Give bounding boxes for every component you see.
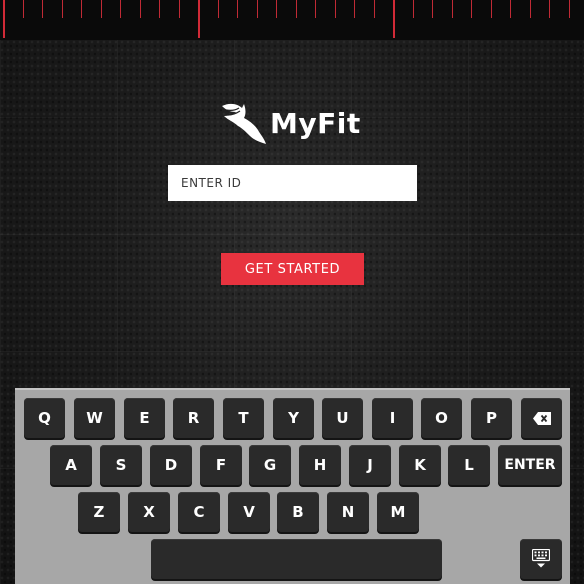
key-g[interactable]: G bbox=[249, 445, 291, 485]
ruler-tick bbox=[471, 0, 472, 18]
key-y[interactable]: Y bbox=[273, 398, 314, 438]
key-v[interactable]: V bbox=[228, 492, 270, 532]
key-u[interactable]: U bbox=[322, 398, 363, 438]
ruler-tick bbox=[42, 0, 43, 18]
key-n[interactable]: N bbox=[327, 492, 369, 532]
hide-keyboard-key[interactable] bbox=[520, 539, 562, 579]
ruler-tick bbox=[120, 0, 121, 18]
ruler-tick bbox=[159, 0, 160, 18]
key-t[interactable]: T bbox=[223, 398, 264, 438]
ruler-tick bbox=[569, 0, 570, 18]
top-ruler bbox=[0, 0, 584, 40]
key-k[interactable]: K bbox=[399, 445, 441, 485]
ruler-tick bbox=[140, 0, 141, 18]
ruler-tick bbox=[432, 0, 433, 18]
key-w[interactable]: W bbox=[74, 398, 115, 438]
key-l[interactable]: L bbox=[448, 445, 490, 485]
enter-key[interactable]: ENTER bbox=[498, 445, 562, 485]
key-s[interactable]: S bbox=[100, 445, 142, 485]
backspace-key[interactable] bbox=[521, 398, 562, 438]
ruler-tick bbox=[354, 0, 355, 18]
ruler-tick bbox=[510, 0, 511, 18]
ruler-tick bbox=[413, 0, 414, 18]
keyboard-hide-icon bbox=[532, 549, 550, 568]
ruler-tick bbox=[374, 0, 375, 18]
ruler-tick bbox=[530, 0, 531, 18]
key-x[interactable]: X bbox=[128, 492, 170, 532]
ruler-tick bbox=[3, 0, 5, 38]
key-f[interactable]: F bbox=[200, 445, 242, 485]
ruler-tick bbox=[101, 0, 102, 18]
ruler-tick bbox=[237, 0, 238, 18]
key-i[interactable]: I bbox=[372, 398, 413, 438]
key-d[interactable]: D bbox=[150, 445, 192, 485]
ruler-tick bbox=[335, 0, 336, 18]
key-h[interactable]: H bbox=[299, 445, 341, 485]
myfit-logo: MyFit bbox=[220, 100, 370, 146]
ruler-tick bbox=[179, 0, 180, 18]
ruler-tick bbox=[276, 0, 277, 18]
ruler-tick bbox=[81, 0, 82, 18]
spacebar[interactable] bbox=[151, 539, 442, 579]
ruler-tick bbox=[62, 0, 63, 18]
ruler-tick bbox=[218, 0, 219, 18]
ruler-tick bbox=[452, 0, 453, 18]
on-screen-keyboard: Q W E R T Y U I O P A S D F G H J K L EN… bbox=[15, 388, 570, 584]
backspace-icon bbox=[532, 411, 551, 425]
get-started-button[interactable]: GET STARTED bbox=[221, 253, 364, 285]
winged-foot-icon bbox=[222, 103, 266, 144]
ruler-tick bbox=[23, 0, 24, 18]
key-a[interactable]: A bbox=[50, 445, 92, 485]
key-z[interactable]: Z bbox=[78, 492, 120, 532]
key-r[interactable]: R bbox=[173, 398, 214, 438]
ruler-tick bbox=[296, 0, 297, 18]
ruler-tick bbox=[491, 0, 492, 18]
brand-name: MyFit bbox=[270, 106, 361, 140]
key-o[interactable]: O bbox=[421, 398, 462, 438]
ruler-tick bbox=[549, 0, 550, 18]
key-m[interactable]: M bbox=[377, 492, 419, 532]
key-e[interactable]: E bbox=[124, 398, 165, 438]
id-input[interactable] bbox=[168, 165, 417, 201]
key-q[interactable]: Q bbox=[24, 398, 65, 438]
key-b[interactable]: B bbox=[277, 492, 319, 532]
key-j[interactable]: J bbox=[349, 445, 391, 485]
ruler-tick bbox=[393, 0, 395, 38]
ruler-tick bbox=[198, 0, 200, 38]
key-p[interactable]: P bbox=[471, 398, 512, 438]
ruler-tick bbox=[315, 0, 316, 18]
key-c[interactable]: C bbox=[178, 492, 220, 532]
ruler-tick bbox=[257, 0, 258, 18]
